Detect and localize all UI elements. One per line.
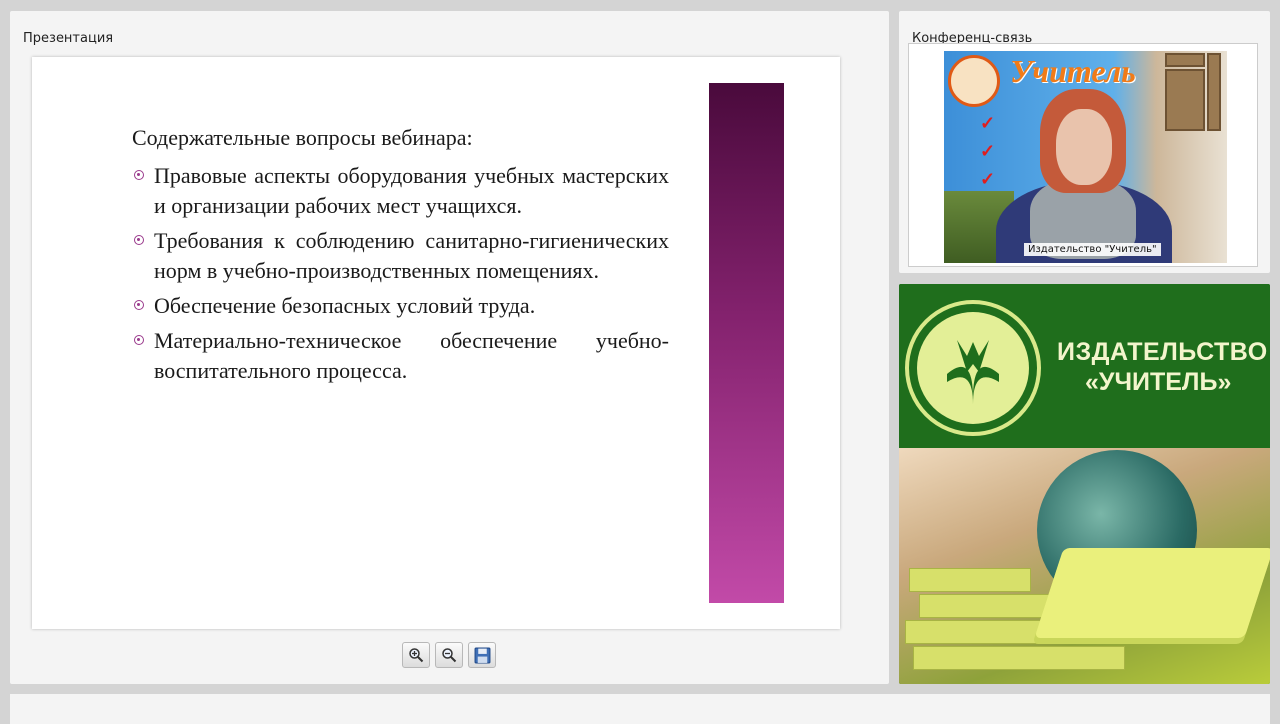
presentation-slide: Содержательные вопросы вебинара: Правовы… [32,57,840,629]
open-book-image [1034,548,1270,638]
presentation-panel: Презентация Содержательные вопросы вебин… [10,11,889,684]
slide-heading: Содержательные вопросы вебинара: [132,125,473,150]
slide-bullet-text: Материально-техническое обеспечение учеб… [154,328,669,383]
slide-bullet-list: Правовые аспекты оборудования учебных ма… [132,161,669,391]
publisher-emblem-icon [905,300,1041,436]
slide-bullet-text: Обеспечение безопасных условий труда. [154,293,536,318]
publisher-name-line2: «УЧИТЕЛЬ» [1085,368,1232,396]
bullet-icon [134,235,144,245]
slide-bullet-item: Требования к соблюдению санитарно-гигиен… [132,226,669,286]
wall-frames [1165,53,1221,133]
video-caption: Издательство "Учитель" [1024,243,1161,256]
save-icon [474,647,491,664]
slide-bullet-text: Требования к соблюдению санитарно-гигиен… [154,228,669,283]
webcam-video[interactable]: Учитель ✓ ✓ ✓ Издательство "Учитель" [944,51,1227,263]
slide-decorative-bar [709,83,784,603]
checkmark-icon: ✓ [980,113,996,133]
bullet-icon [134,335,144,345]
banner-brand: Учитель [1010,53,1136,89]
presenter-face [1056,109,1112,185]
conference-panel: Конференц-связь Учитель ✓ ✓ ✓ Издательст… [899,11,1270,273]
banner-logo-icon [948,55,1000,107]
books-globe-photo [899,448,1270,684]
zoom-in-button[interactable] [402,642,430,668]
checkmark-icon: ✓ [980,169,996,189]
zoom-out-icon [442,648,457,663]
publisher-name-line1: ИЗДАТЕЛЬСТВО [1057,338,1268,366]
publisher-banner: ИЗДАТЕЛЬСТВО «УЧИТЕЛЬ» [899,284,1270,448]
zoom-out-button[interactable] [435,642,463,668]
slide-bullet-text: Правовые аспекты оборудования учебных ма… [154,163,669,218]
presentation-panel-title: Презентация [23,31,114,46]
slide-bullet-item: Обеспечение безопасных условий труда. [132,291,669,321]
publisher-ad-panel: ИЗДАТЕЛЬСТВО «УЧИТЕЛЬ» [899,284,1270,684]
open-book-icon [947,340,999,404]
bullet-icon [134,300,144,310]
book-stack [909,568,1031,592]
slide-bullet-item: Правовые аспекты оборудования учебных ма… [132,161,669,221]
checkmark-icon: ✓ [980,141,996,161]
bullet-icon [134,170,144,180]
video-frame: Учитель ✓ ✓ ✓ Издательство "Учитель" [908,43,1258,267]
save-button[interactable] [468,642,496,668]
slide-bullet-item: Материально-техническое обеспечение учеб… [132,326,669,386]
book-stack [913,646,1125,670]
zoom-in-icon [409,648,424,663]
